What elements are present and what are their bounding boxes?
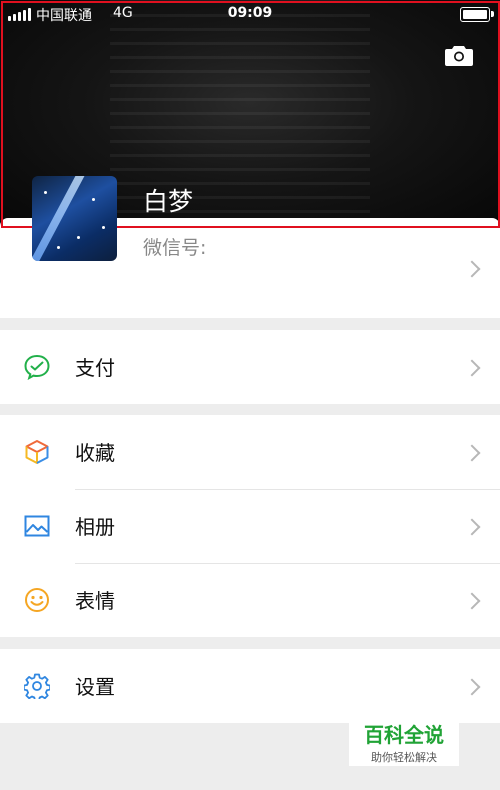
menu-item-favorites[interactable]: 收藏 <box>0 415 500 489</box>
avatar[interactable] <box>32 176 117 261</box>
menu-item-label: 设置 <box>75 675 115 699</box>
menu-group-pay: 支付 <box>0 330 500 404</box>
battery-icon <box>460 7 494 22</box>
album-picture-icon <box>24 515 50 537</box>
menu-item-settings[interactable]: 设置 <box>0 649 500 723</box>
favorites-cube-icon <box>25 440 49 464</box>
clock: 09:09 <box>227 5 273 21</box>
chevron-right-icon <box>463 518 481 536</box>
settings-gear-icon <box>24 673 50 699</box>
camera-icon[interactable] <box>445 44 473 66</box>
status-bar: 中国联通 4G 09:09 <box>0 0 500 28</box>
menu-item-label: 支付 <box>75 356 115 380</box>
chevron-right-icon <box>463 678 481 696</box>
chevron-right-icon <box>463 592 481 610</box>
menu-item-album[interactable]: 相册 <box>0 489 500 563</box>
wechat-id-label: 微信号: <box>143 237 207 259</box>
menu-item-label: 收藏 <box>75 441 115 465</box>
menu-group-settings: 设置 <box>0 649 500 723</box>
watermark-logo: 百科全说 助你轻松解决 <box>349 716 459 766</box>
chevron-right-icon <box>463 359 481 377</box>
chevron-right-icon <box>463 260 481 278</box>
watermark-title: 百科全说 <box>364 723 444 747</box>
watermark-subtitle: 助你轻松解决 <box>371 751 437 764</box>
menu-item-label: 相册 <box>75 515 115 539</box>
chevron-right-icon <box>463 444 481 462</box>
menu-item-stickers[interactable]: 表情 <box>0 563 500 637</box>
menu-item-label: 表情 <box>75 589 115 613</box>
pay-icon <box>24 354 50 380</box>
menu-item-pay[interactable]: 支付 <box>0 330 500 404</box>
menu-group-media: 收藏 相册 表情 <box>0 415 500 637</box>
profile-name: 白梦 <box>143 187 194 216</box>
sticker-smiley-icon <box>25 588 49 612</box>
